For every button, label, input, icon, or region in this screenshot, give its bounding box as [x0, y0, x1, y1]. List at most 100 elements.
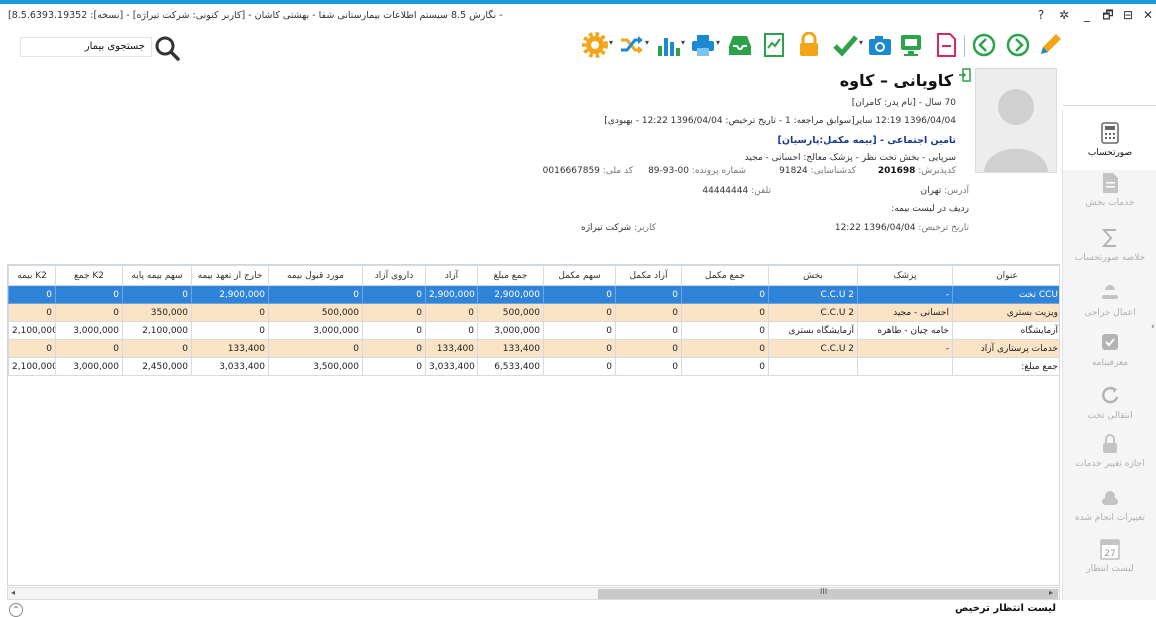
file-number-value: 00-93-89 [648, 166, 689, 176]
shuffle-icon[interactable] [618, 32, 644, 58]
table-cell: 0 [362, 285, 426, 304]
column-header[interactable]: جمع K2 [55, 265, 123, 286]
sidebar-collapse-arrow-icon[interactable]: ‹ [1151, 322, 1155, 332]
table-cell: 0 [681, 321, 769, 340]
table-cell: 3,033,400 [425, 357, 478, 376]
visit-info: 1396/04/04 12:19 سایر[سوابق مراجعه: 1 - … [604, 116, 956, 126]
column-header[interactable]: خارج از تعهد بیمه [191, 265, 269, 286]
sidebar-item-referral[interactable]: معرفینامه [1063, 320, 1156, 380]
national-code-value: 0016667859 [542, 166, 600, 176]
national-code-label: کد ملی: [602, 166, 633, 176]
avatar-placeholder-icon [984, 89, 1048, 172]
patient-search-input[interactable]: جستجوی بیمار [20, 37, 152, 57]
table-row[interactable]: 2,100,000 3,000,000 2,100,000 0 3,000,000 0 0 3… [8, 321, 1059, 340]
sidebar-item-invoice-summary[interactable]: خلاصه صورتحساب [1063, 215, 1156, 275]
forward-arrow-icon[interactable] [1005, 32, 1031, 58]
cloud-icon [1102, 491, 1118, 505]
back-arrow-icon[interactable] [971, 32, 997, 58]
ward-info: سرپایی - بخش تحت نظر - پزشک معالج: احسان… [744, 153, 956, 163]
patient-age: 70 سال - [نام پدر: کامران] [851, 98, 956, 108]
document-minus-icon[interactable] [933, 32, 959, 58]
table-cell [857, 357, 953, 376]
column-header[interactable]: جمع مبلغ [477, 265, 544, 286]
table-cell: 0 [543, 339, 616, 358]
column-header[interactable]: آزاد [425, 265, 478, 286]
horizontal-scrollbar[interactable]: ◂ III ▸ [7, 587, 1060, 600]
phone: تلفن: 44444444 [702, 186, 771, 196]
column-header[interactable]: سهم بیمه پایه [122, 265, 192, 286]
table-cell: احسانی - مجید [857, 303, 953, 322]
identity-code-label: کدشناسایی: [810, 166, 856, 176]
admission-code-value: 201698 [877, 166, 916, 176]
sidebar-item-waiting-list[interactable]: 27 لیست انتظار [1063, 526, 1156, 586]
sidebar-item-service-change-permission[interactable]: اجازه تغییر خدمات [1063, 421, 1156, 481]
lock-small-icon [1103, 434, 1117, 453]
sidebar-separator [1063, 105, 1156, 106]
report-chart-icon[interactable] [761, 32, 787, 58]
column-header[interactable]: داروی آزاد [362, 265, 426, 286]
bar-chart-icon[interactable] [655, 32, 681, 58]
table-cell: 6,533,400 [477, 357, 544, 376]
check-dropdown-icon[interactable]: ▾ [859, 38, 867, 54]
table-cell: 0 [543, 303, 616, 322]
column-header[interactable]: آزاد مکمل [615, 265, 682, 286]
sidebar-item-label: خدمات بخش [1085, 198, 1135, 208]
column-header[interactable]: پزشک [857, 265, 953, 286]
minimize-button[interactable]: _ [1080, 7, 1094, 23]
table-cell: 2,100,000 [8, 321, 56, 340]
column-header[interactable]: عنوان [952, 265, 1059, 286]
column-header[interactable]: بخش [768, 265, 858, 286]
column-header[interactable]: سهم مکمل [543, 265, 616, 286]
discharge-date-label: تاریخ ترخیص: [918, 223, 969, 233]
column-header[interactable]: بیمه K2 [8, 265, 56, 286]
monitor-icon[interactable] [898, 32, 924, 58]
settings-gear-icon[interactable] [582, 32, 608, 58]
patient-photo [975, 68, 1057, 173]
restore-button[interactable]: 🗗 [1101, 7, 1115, 23]
camera-icon[interactable] [867, 32, 893, 58]
close-button[interactable]: ✕ [1141, 7, 1155, 23]
total-row[interactable]: 2,100,000 3,000,000 2,450,000 3,033,400 3,50… [8, 357, 1059, 376]
exit-door-icon[interactable] [958, 68, 972, 82]
current-user: کاربر: شرکت تیراژه [581, 223, 656, 233]
right-sidebar: صورتحساب خدمات بخش خلاصه صورتحساب اعمال … [1062, 105, 1156, 600]
table-row[interactable]: 0 0 0 2,900,000 0 0 2,900,000 2,900,000 0 0 0 C.C.U… [8, 285, 1059, 304]
shuffle-dropdown-icon[interactable]: ▾ [645, 38, 653, 54]
table-cell: 0 [8, 285, 56, 304]
phone-value: 44444444 [702, 186, 749, 196]
insurance-info[interactable]: تامین اجتماعی - [بیمه مکمل:پارسیان] [778, 135, 956, 146]
lock-icon[interactable] [796, 32, 822, 58]
chart-dropdown-icon[interactable]: ▾ [681, 38, 689, 54]
table-cell: C.C.U 2 [768, 339, 858, 358]
printer-icon[interactable] [690, 32, 716, 58]
table-cell: - [857, 285, 953, 304]
window-title: [8.5.6393.19352 :[نسخه] - نگارش 8.5 سیست… [8, 10, 503, 21]
checkmark-icon[interactable] [832, 32, 858, 58]
sidebar-item-label: انتقالی تخت [1087, 411, 1133, 421]
sidebar-item-ward-services[interactable]: خدمات بخش [1063, 160, 1156, 220]
settings-dropdown-icon[interactable]: ▾ [609, 38, 617, 54]
scrollbar-thumb[interactable] [598, 589, 1058, 599]
search-icon[interactable] [154, 35, 180, 61]
table-cell: 0 [681, 339, 769, 358]
table-row[interactable]: 0 0 350,000 0 500,000 0 0 500,000 0 0 0 C.C.U 2 احسا… [8, 303, 1059, 322]
settings-small-button[interactable]: ✲ [1057, 7, 1071, 23]
patient-search-label: جستجوی بیمار [84, 41, 145, 52]
scroll-right-arrow-icon[interactable]: ▸ [1049, 588, 1053, 597]
column-header[interactable]: مورد قبول بیمه [268, 265, 363, 286]
help-button[interactable]: ? [1034, 7, 1048, 23]
table-cell: 0 [191, 303, 269, 322]
expand-panel-chevron-up-icon[interactable]: ⌃ [9, 603, 23, 617]
table-row[interactable]: 0 0 0 133,400 0 0 133,400 133,400 0 0 0 C.C.U 2- خدم… [8, 339, 1059, 358]
scroll-left-arrow-icon[interactable]: ◂ [11, 588, 15, 597]
edit-pencil-icon[interactable] [1037, 32, 1063, 58]
column-header[interactable]: جمع مکمل [681, 265, 769, 286]
printer-dropdown-icon[interactable]: ▾ [716, 38, 724, 54]
inbox-icon[interactable] [727, 32, 753, 58]
table-cell: 0 [362, 339, 426, 358]
table-cell: 0 [543, 285, 616, 304]
table-cell: 133,400 [425, 339, 478, 358]
fullscreen-button[interactable]: ⊟ [1121, 7, 1135, 23]
billing-grid[interactable]: بیمه K2 جمع K2 سهم بیمه پایه خارج از تعه… [7, 264, 1060, 586]
table-cell: 0 [362, 357, 426, 376]
